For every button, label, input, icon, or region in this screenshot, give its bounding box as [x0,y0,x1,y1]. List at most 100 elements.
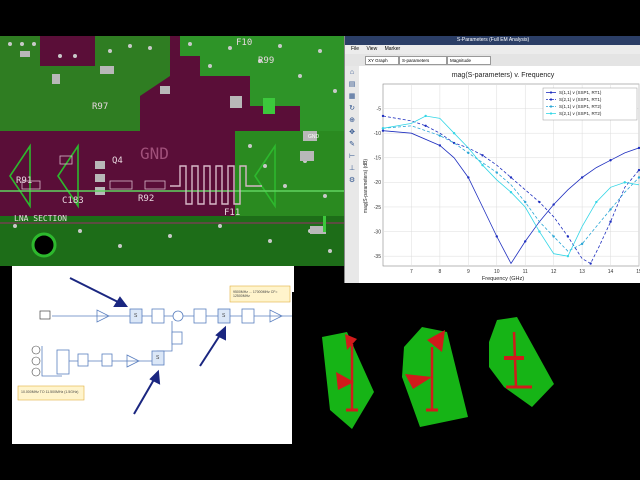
data-point [381,127,385,130]
label-r99: R99 [258,56,275,66]
y-tick-label: -35 [374,254,381,260]
data-point [524,200,527,204]
data-point [495,171,498,174]
x-tick-label: 11 [523,269,528,275]
label-gnd-small: GND [308,134,320,140]
data-point [509,191,513,194]
legend-entry: S(2,1) v (SSP1, RT1) [559,97,602,102]
side-toolbar: ⌂ ▤ ▦ ↻ ⊕ ✥ ✎ ⊢ ⊥ ⚙ [345,66,360,283]
label-r92: R92 [138,194,155,204]
label-r91: R91 [16,176,33,186]
filter-block [171,331,183,345]
oscillator-icon [31,345,41,355]
legend-marker [549,91,553,94]
label-gnd-large: GND [140,144,169,163]
home-icon[interactable]: ⌂ [348,69,356,77]
sparam-chart[interactable]: mag(S-parameters) v. Frequency Frequency… [359,66,640,283]
label-q4: Q4 [112,156,123,166]
data-point [467,151,470,155]
data-point [609,159,612,162]
legend-entry: S(1,1) v (SSP1, RT2) [559,104,602,109]
block-diagram-view[interactable]: 10.000MHz TO 11.500MHz (1.5GHz) 9500MHz … [12,266,294,444]
data-point [623,181,626,184]
data-point [566,254,570,258]
x-tick-label: 12 [551,269,557,275]
note-text: 10.000MHz TO 11.500MHz (1.5GHz) [21,390,79,394]
data-point [452,131,456,135]
legend-entry: S(2,1) v (SSP1, RT2) [559,111,602,116]
window-title: S-Parameters (Full EM Analysis) [345,36,640,45]
mounting-hole [31,232,57,258]
chart-xlabel: Frequency (GHz) [482,276,524,282]
legend-entry: S(1,1) v (SSP1, RT1) [559,90,602,95]
data-point [424,114,427,118]
data-point [609,208,612,211]
chart-ylabel: mag(S-parameters) (dB) [363,159,369,214]
label-f10: F10 [236,38,253,48]
data-point [589,262,592,265]
data-point [424,124,427,128]
filter-block [101,353,113,367]
graph-type-select[interactable]: XY Graph [365,56,399,65]
marker-icon[interactable]: ✎ [348,141,356,149]
menu-marker[interactable]: Marker [385,46,401,52]
y-tick-label: -20 [374,180,381,186]
data-point [438,134,442,137]
switch-label-2: S [222,313,226,319]
pcb-canvas [0,36,344,266]
label-r97: R97 [92,102,109,112]
pan-icon[interactable]: ✥ [348,129,356,137]
switch-label-3: S [156,355,160,361]
data-point [538,200,541,204]
filter-block [193,308,207,324]
label-f11: F11 [224,208,241,218]
y-tick-label: -5 [377,106,382,112]
grid-icon[interactable]: ▦ [348,93,356,101]
chart-title: mag(S-parameters) v. Frequency [452,72,555,79]
x-tick-label: 14 [608,269,614,275]
legend-marker [549,112,553,115]
data-point [552,203,555,206]
data-point [481,163,484,167]
filter-block [241,308,255,324]
data-point [509,176,513,179]
data-point [381,114,385,118]
data-point [552,235,555,238]
x-tick-label: 15 [636,269,640,275]
data-point [609,220,612,223]
label-lna-section: LNA SECTION [14,214,67,223]
pcb-layout-view[interactable]: LNA SECTION GND R91 R92 R97 C183 Q4 F11 … [0,36,344,266]
switch-label-1: S [134,313,138,319]
oscillator-icon [31,367,41,377]
combiner-block [56,349,70,375]
print-icon[interactable]: ▤ [348,81,356,89]
chart-legend: S(1,1) v (SSP1, RT1) S(2,1) v (SSP1, RT1)… [542,87,638,121]
data-point [524,240,527,243]
menu-file[interactable]: File [351,46,359,52]
refresh-icon[interactable]: ↻ [348,105,356,113]
x-tick-label: 8 [438,269,441,275]
data-point [538,230,541,233]
data-point [438,144,442,147]
antenna-3d-view[interactable] [292,292,577,444]
legend-marker [549,98,553,101]
x-tick-label: 13 [579,269,585,275]
format-select[interactable]: Magnitude [447,56,491,65]
sparam-window[interactable]: S-Parameters (Full EM Analysis) File Vie… [344,36,640,283]
menu-bar: File View Marker [345,45,640,54]
y-tick-label: -25 [374,205,381,211]
filter-block [77,353,89,367]
settings-icon[interactable]: ⚙ [348,177,356,185]
axis-icon[interactable]: ⊥ [348,165,356,173]
label-c183: C183 [62,196,84,206]
zoom-icon[interactable]: ⊕ [348,117,356,125]
menu-view[interactable]: View [366,46,377,52]
x-tick-label: 7 [410,269,413,275]
param-type-select[interactable]: S-parameters [399,56,447,65]
data-point [595,200,598,204]
data-point [381,129,385,132]
oscillator-icon [31,356,41,366]
y-tick-label: -10 [374,131,381,137]
ruler-icon[interactable]: ⊢ [348,153,356,161]
x-tick-label: 9 [467,269,470,275]
